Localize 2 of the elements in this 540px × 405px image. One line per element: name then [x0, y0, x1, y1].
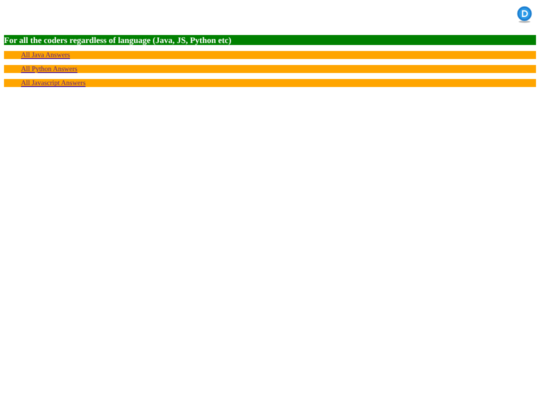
section-heading: For all the coders regardless of language (Java, JS, Python etc) — [4, 35, 536, 45]
logo-icon — [516, 6, 533, 23]
